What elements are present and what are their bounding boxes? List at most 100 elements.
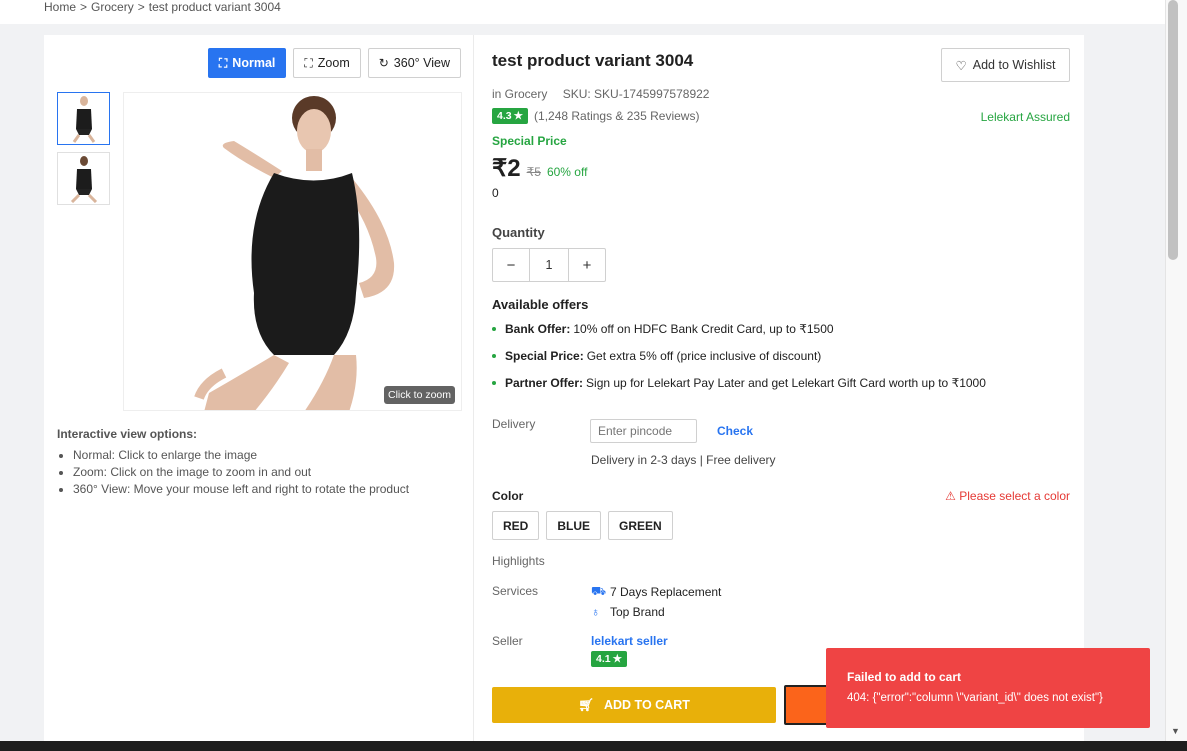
discount-percent: 60% off (546, 165, 588, 179)
color-option-blue[interactable]: BLUE (546, 511, 602, 540)
wishlist-label: Add to Wishlist (972, 58, 1056, 72)
product-category: in Grocery (492, 87, 548, 101)
view-option-item: Zoom: Click on the image to zoom in and … (73, 464, 409, 481)
product-image (124, 93, 461, 410)
360-view-label: 360° View (393, 56, 450, 70)
price-row: ₹2 ₹5 60% off (492, 154, 587, 183)
product-card: ⛶ Normal ⛶ Zoom ↻ 360° View Click to zoo… (44, 35, 1084, 751)
view-options-title: Interactive view options: (57, 427, 198, 441)
color-warning: ⚠ Please select a color (945, 489, 1070, 503)
zoom-view-button[interactable]: ⛶ Zoom (293, 48, 361, 78)
cart-icon: 🛒︎ (578, 697, 594, 712)
assured-badge: Lelekart Assured (980, 110, 1070, 124)
check-pincode-button[interactable]: Check (717, 424, 753, 438)
view-options-help: Interactive view options: Normal: Click … (57, 427, 409, 498)
expand-icon: ⛶ (304, 55, 313, 70)
toast-title: Failed to add to cart (847, 670, 962, 684)
thumbnail-2[interactable] (57, 152, 110, 205)
offer-text: Get extra 5% off (price inclusive of dis… (586, 349, 822, 363)
color-option-green[interactable]: GREEN (608, 511, 673, 540)
color-options: RED BLUE GREEN (492, 511, 673, 540)
error-toast[interactable]: Failed to add to cart 404: {"error":"col… (826, 648, 1150, 728)
truck-icon: ⛟ (591, 584, 607, 598)
breadcrumb-home[interactable]: Home (44, 0, 76, 14)
normal-view-button[interactable]: ⛶ Normal (207, 48, 287, 78)
thumbnail-1[interactable] (57, 92, 110, 145)
breadcrumb-current: test product variant 3004 (148, 0, 281, 14)
increase-quantity-button[interactable]: + (569, 249, 605, 281)
selling-price: ₹2 (492, 155, 521, 182)
heart-icon: ♡ (955, 58, 967, 73)
rating-value: 4.3 (497, 110, 512, 122)
bullet-icon (492, 354, 496, 358)
services-label: Services (492, 584, 539, 598)
product-meta: in Grocery SKU: SKU-1745997578922 (492, 87, 721, 101)
seller-name-link[interactable]: lelekart seller (591, 634, 668, 648)
extra-value: 0 (492, 186, 499, 200)
breadcrumb-separator: > (80, 0, 88, 14)
pincode-input[interactable] (590, 419, 697, 443)
seller-rating-badge: 4.1 ★ (591, 651, 628, 667)
view-option-item: 360° View: Move your mouse left and righ… (73, 481, 409, 498)
decrease-quantity-button[interactable]: − (493, 249, 529, 281)
product-thumbnail-image (72, 95, 95, 143)
service-text: Top Brand (610, 605, 665, 619)
offer-item: Bank Offer: 10% off on HDFC Bank Credit C… (492, 322, 986, 336)
delivery-info: Delivery in 2-3 days | Free delivery (591, 453, 776, 467)
breadcrumb: Home > Grocery > test product variant 3004 (44, 0, 281, 14)
quantity-label: Quantity (492, 225, 545, 240)
seller-rating-value: 4.1 (596, 653, 611, 665)
360-view-button[interactable]: ↻ 360° View (367, 48, 461, 78)
offer-item: Partner Offer: Sign up for Lelekart Pay L… (492, 376, 986, 390)
color-warning-text: Please select a color (959, 489, 1070, 503)
add-to-cart-label: ADD TO CART (603, 698, 690, 712)
delivery-label: Delivery (492, 417, 536, 431)
star-icon: ★ (612, 653, 623, 665)
expand-icon: ⛶ (218, 55, 228, 70)
offer-type: Bank Offer: (505, 322, 571, 336)
offer-item: Special Price: Get extra 5% off (price in… (492, 349, 986, 363)
star-icon: ★ (513, 110, 524, 122)
thumbnail-list (57, 92, 110, 212)
main-product-image[interactable]: Click to zoom (123, 92, 462, 411)
zoom-hint: Click to zoom (383, 386, 455, 404)
service-text: 7 Days Replacement (610, 585, 722, 599)
rotate-icon: ↻ (378, 56, 389, 70)
color-label: Color (492, 489, 524, 503)
view-option-item: Normal: Click to enlarge the image (73, 447, 409, 464)
warning-icon: ⚠ (945, 489, 956, 503)
offer-text: 10% off on HDFC Bank Credit Card, up to … (573, 322, 834, 336)
add-to-wishlist-button[interactable]: ♡ Add to Wishlist (941, 48, 1070, 82)
highlights-label: Highlights (492, 554, 545, 568)
product-thumbnail-image (70, 155, 97, 203)
product-details: test product variant 3004 ♡ Add to Wishl… (475, 35, 1084, 751)
breadcrumb-separator: > (137, 0, 145, 14)
seller-label: Seller (492, 634, 523, 648)
taskbar-strip (0, 741, 1187, 751)
toast-message: 404: {"error":"column \"variant_id\" doe… (847, 692, 1103, 704)
normal-view-label: Normal (232, 56, 276, 70)
quantity-stepper: − 1 + (492, 248, 606, 282)
rating-row: 4.3 ★ (1,248 Ratings & 235 Reviews) (492, 108, 699, 124)
scrollbar-thumb[interactable] (1168, 0, 1178, 260)
add-to-cart-button[interactable]: 🛒︎ ADD TO CART (492, 687, 776, 723)
scroll-down-arrow-icon[interactable]: ▼ (1166, 723, 1185, 738)
color-option-red[interactable]: RED (492, 511, 540, 540)
rating-badge: 4.3 ★ (492, 108, 529, 124)
offer-type: Special Price: (505, 349, 584, 363)
offer-type: Partner Offer: (505, 376, 584, 390)
service-item: ♁ Top Brand (591, 605, 721, 619)
bullet-icon (492, 381, 496, 385)
breadcrumb-category[interactable]: Grocery (91, 0, 134, 14)
product-sku: SKU: SKU-1745997578922 (562, 87, 710, 101)
original-price: ₹5 (526, 165, 541, 179)
special-price-label: Special Price (492, 134, 567, 148)
award-icon: ♁ (591, 605, 600, 619)
seller-info: lelekart seller 4.1 ★ (591, 634, 668, 667)
offers-list: Bank Offer: 10% off on HDFC Bank Credit C… (492, 322, 986, 403)
quantity-value[interactable]: 1 (529, 249, 569, 281)
zoom-view-label: Zoom (317, 56, 350, 70)
rating-count: (1,248 Ratings & 235 Reviews) (534, 109, 700, 123)
service-item: ⛟ 7 Days Replacement (591, 584, 721, 600)
bullet-icon (492, 327, 496, 331)
